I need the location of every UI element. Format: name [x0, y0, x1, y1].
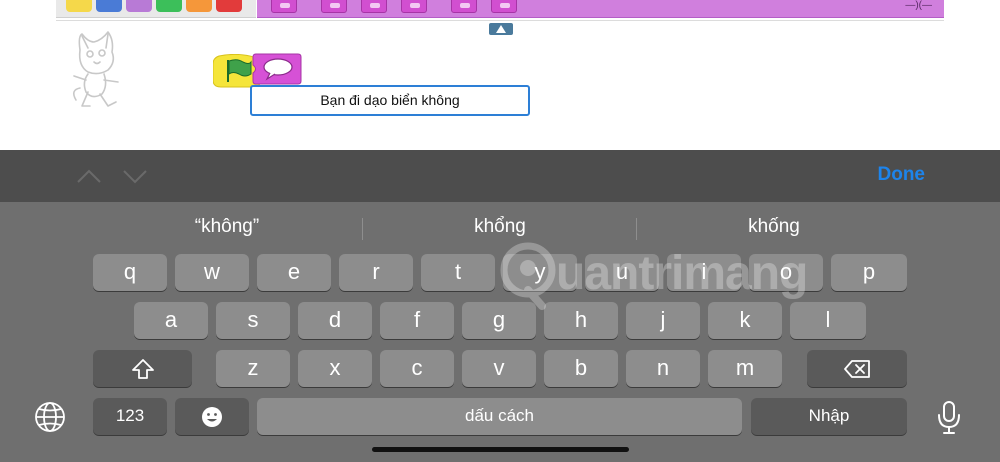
suggestion-3[interactable]: khống [637, 216, 911, 238]
home-indicator[interactable] [372, 447, 629, 452]
done-button[interactable]: Done [878, 164, 926, 186]
key-b[interactable]: b [544, 350, 618, 387]
key-k[interactable]: k [708, 302, 782, 339]
category-green-button[interactable] [156, 0, 182, 12]
key-y[interactable]: y [503, 254, 577, 291]
key-h[interactable]: h [544, 302, 618, 339]
key-a[interactable]: a [134, 302, 208, 339]
key-q[interactable]: q [93, 254, 167, 291]
backspace-icon [844, 359, 870, 378]
delete-key[interactable] [807, 350, 907, 387]
key-f[interactable]: f [380, 302, 454, 339]
shift-key[interactable] [93, 350, 192, 387]
category-yellow-button[interactable] [66, 0, 92, 12]
key-m[interactable]: m [708, 350, 782, 387]
block-palette: —)(— [257, 0, 944, 18]
chevron-down-icon[interactable] [122, 168, 148, 184]
cat-sprite-icon[interactable] [68, 30, 128, 110]
key-g[interactable]: g [462, 302, 536, 339]
keyboard-accessory-bar: Done [0, 150, 1000, 202]
key-d[interactable]: d [298, 302, 372, 339]
key-t[interactable]: t [421, 254, 495, 291]
palette-block[interactable] [271, 0, 297, 13]
key-z[interactable]: z [216, 350, 290, 387]
key-x[interactable]: x [298, 350, 372, 387]
key-l[interactable]: l [790, 302, 866, 339]
category-blue-button[interactable] [96, 0, 122, 12]
palette-block[interactable] [321, 0, 347, 13]
emoji-icon [202, 406, 222, 427]
key-c[interactable]: c [380, 350, 454, 387]
palette-block[interactable] [361, 0, 387, 13]
category-purple-button[interactable] [126, 0, 152, 12]
divider [56, 20, 944, 21]
key-r[interactable]: r [339, 254, 413, 291]
palette-block[interactable] [451, 0, 477, 13]
key-n[interactable]: n [626, 350, 700, 387]
palette-block[interactable] [401, 0, 427, 13]
shift-icon [131, 358, 154, 379]
key-p[interactable]: p [831, 254, 907, 291]
category-orange-button[interactable] [186, 0, 212, 12]
triangle-up-icon [496, 25, 506, 33]
key-j[interactable]: j [626, 302, 700, 339]
globe-icon[interactable] [33, 400, 67, 434]
numbers-key[interactable]: 123 [93, 398, 167, 435]
key-e[interactable]: e [257, 254, 331, 291]
suggestion-2[interactable]: khổng [363, 216, 637, 238]
space-key[interactable]: dấu cách [257, 398, 742, 435]
collapse-toggle-button[interactable] [489, 23, 513, 35]
key-v[interactable]: v [462, 350, 536, 387]
say-text-input[interactable]: Bạn đi dạo biển không [250, 85, 530, 116]
return-key[interactable]: Nhập [751, 398, 907, 435]
category-red-button[interactable] [216, 0, 242, 12]
say-block[interactable] [252, 53, 302, 85]
chevron-up-icon[interactable] [76, 168, 102, 184]
keyboard: “không” khổng khống q w e r t y u i o p … [0, 202, 1000, 462]
suggestion-1[interactable]: “không” [90, 216, 364, 238]
app-area: —)(— Bạn đi dạo biển không [0, 0, 1000, 150]
microphone-icon[interactable] [935, 400, 963, 436]
key-o[interactable]: o [749, 254, 823, 291]
key-i[interactable]: i [667, 254, 741, 291]
key-u[interactable]: u [585, 254, 659, 291]
key-s[interactable]: s [216, 302, 290, 339]
key-w[interactable]: w [175, 254, 249, 291]
palette-block[interactable] [491, 0, 517, 13]
category-bar [56, 0, 256, 18]
emoji-key[interactable] [175, 398, 249, 435]
palette-scroll-indicator: —)(— [905, 0, 932, 11]
